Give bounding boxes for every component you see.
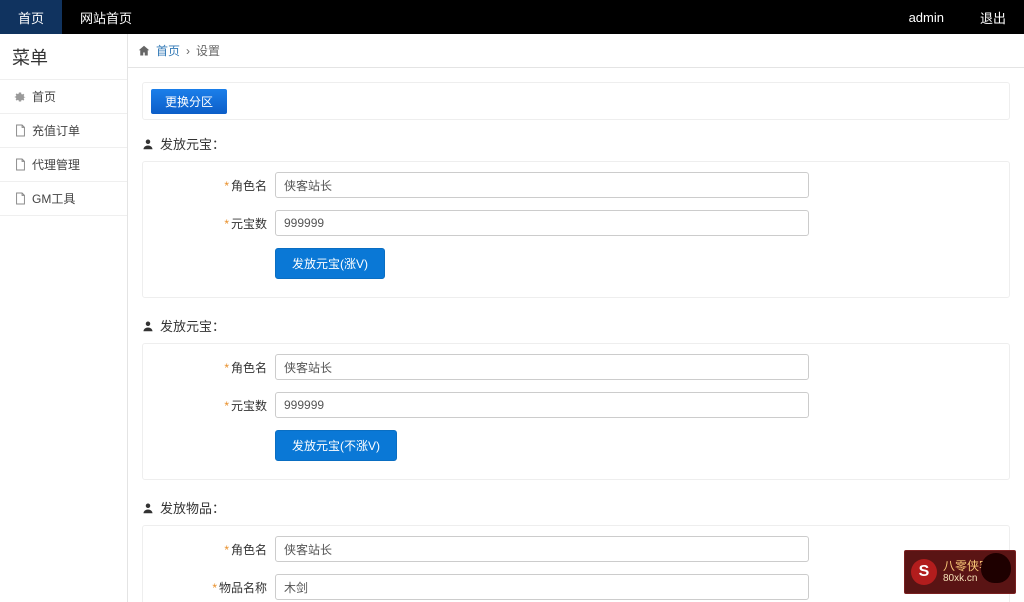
form-label-text: 元宝数 <box>231 217 267 231</box>
watermark-logo-icon: S <box>911 559 937 585</box>
input-1-0[interactable] <box>275 354 809 380</box>
form-label: *元宝数 <box>157 215 275 232</box>
topbar: 首页 网站首页 admin 退出 <box>0 0 1024 34</box>
form-row: *元宝数 <box>143 204 1009 242</box>
form-input-wrap <box>275 172 995 198</box>
submit-button-0[interactable]: 发放元宝(涨V) <box>275 248 385 279</box>
required-star: * <box>224 361 229 375</box>
gear-icon <box>14 91 26 103</box>
sidebar: 菜单 首页充值订单代理管理 GM工具 <box>0 34 128 602</box>
sidebar-title: 菜单 <box>0 34 127 80</box>
sidebar-item-3[interactable]: GM工具 <box>0 181 127 216</box>
input-2-0[interactable] <box>275 536 809 562</box>
sidebar-item-label: 充值订单 <box>32 122 80 139</box>
user-icon <box>142 320 154 332</box>
form-label: *物品名称 <box>157 579 275 596</box>
watermark-badge: S 八零侠客 80xk.cn <box>904 550 1016 594</box>
form-row: *角色名 <box>143 348 1009 386</box>
breadcrumb-sep: › <box>186 44 190 58</box>
submit-button-1[interactable]: 发放元宝(不涨V) <box>275 430 397 461</box>
form-label-text: 元宝数 <box>231 399 267 413</box>
form-panel-0: *角色名*元宝数发放元宝(涨V) <box>142 161 1010 298</box>
file-icon <box>14 159 26 171</box>
user-icon <box>142 502 154 514</box>
required-star: * <box>224 217 229 231</box>
breadcrumb-current: 设置 <box>196 42 220 59</box>
form-panel-1: *角色名*元宝数发放元宝(不涨V) <box>142 343 1010 480</box>
form-label: *角色名 <box>157 359 275 376</box>
section-title-2: 发放物品： <box>142 498 1010 517</box>
section-title-text: 发放元宝： <box>160 134 225 153</box>
form-label-text: 角色名 <box>231 179 267 193</box>
section-title-0: 发放元宝： <box>142 134 1010 153</box>
form-label-text: 角色名 <box>231 361 267 375</box>
form-label: *角色名 <box>157 541 275 558</box>
form-row: *角色名 <box>143 166 1009 204</box>
section-title-text: 发放元宝： <box>160 316 225 335</box>
required-star: * <box>212 581 217 595</box>
sidebar-item-label: GM工具 <box>32 190 75 207</box>
section-title-1: 发放元宝： <box>142 316 1010 335</box>
form-input-wrap <box>275 574 995 600</box>
topbar-nav-left: 首页 网站首页 <box>0 0 150 34</box>
form-input-wrap <box>275 392 995 418</box>
nav-logout[interactable]: 退出 <box>962 0 1024 34</box>
file-icon <box>14 125 26 137</box>
user-icon <box>142 138 154 150</box>
button-row: 发放元宝(涨V) <box>143 242 1009 285</box>
sidebar-item-0[interactable]: 首页 <box>0 79 127 114</box>
form-row: *物品名称 <box>143 568 1009 602</box>
input-1-1[interactable] <box>275 392 809 418</box>
form-label-text: 角色名 <box>231 543 267 557</box>
form-label: *元宝数 <box>157 397 275 414</box>
main-content: 首页 › 设置 更换分区 发放元宝：*角色名*元宝数发放元宝(涨V)发放元宝：*… <box>128 34 1024 602</box>
watermark-figure-icon <box>981 553 1011 583</box>
sidebar-item-label: 代理管理 <box>32 156 80 173</box>
section-title-text: 发放物品： <box>160 498 225 517</box>
form-label: *角色名 <box>157 177 275 194</box>
file-icon <box>14 193 26 205</box>
button-row: 发放元宝(不涨V) <box>143 424 1009 467</box>
sidebar-item-2[interactable]: 代理管理 <box>0 147 127 182</box>
required-star: * <box>224 399 229 413</box>
nav-home[interactable]: 首页 <box>0 0 62 34</box>
change-zone-button[interactable]: 更换分区 <box>151 89 227 114</box>
sidebar-item-1[interactable]: 充值订单 <box>0 113 127 148</box>
breadcrumb-home[interactable]: 首页 <box>156 42 180 59</box>
sidebar-item-label: 首页 <box>32 88 56 105</box>
input-0-1[interactable] <box>275 210 809 236</box>
form-row: *元宝数 <box>143 386 1009 424</box>
home-icon <box>138 45 150 57</box>
form-panel-2: *角色名*物品名称*物品数量发放物品 <box>142 525 1010 602</box>
form-row: *角色名 <box>143 530 1009 568</box>
required-star: * <box>224 179 229 193</box>
form-label-text: 物品名称 <box>219 581 267 595</box>
breadcrumb: 首页 › 设置 <box>128 34 1024 68</box>
zone-button-panel: 更换分区 <box>142 82 1010 120</box>
topbar-nav-right: admin 退出 <box>891 0 1024 34</box>
required-star: * <box>224 543 229 557</box>
form-input-wrap <box>275 210 995 236</box>
nav-site-home[interactable]: 网站首页 <box>62 0 150 34</box>
nav-user[interactable]: admin <box>891 0 962 34</box>
form-input-wrap <box>275 536 995 562</box>
input-0-0[interactable] <box>275 172 809 198</box>
input-2-1[interactable] <box>275 574 809 600</box>
form-input-wrap <box>275 354 995 380</box>
